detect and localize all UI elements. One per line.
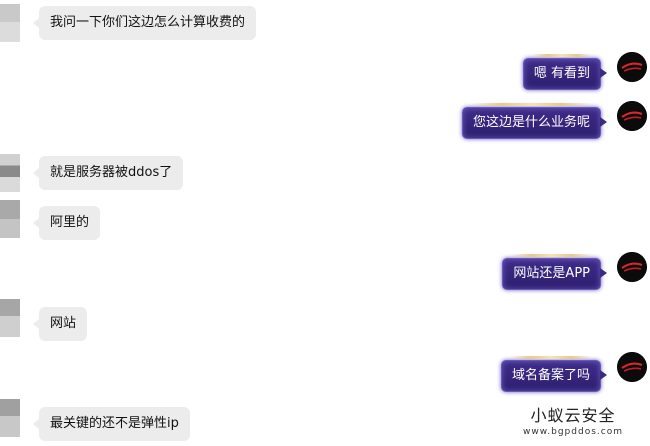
avatar[interactable] bbox=[617, 252, 647, 282]
watermark: 小蚁云安全 www.bgpddos.com bbox=[518, 406, 628, 438]
chat-message-left: 网站 bbox=[0, 299, 650, 343]
avatar[interactable] bbox=[0, 399, 20, 437]
avatar-logo-icon bbox=[617, 101, 647, 131]
message-bubble[interactable]: 最关键的还不是弹性ip bbox=[33, 407, 190, 441]
message-bubble[interactable]: 网站 bbox=[32, 307, 88, 341]
chat-message-left: 我问一下你们这边怎么计算收费的 bbox=[0, 4, 650, 42]
avatar[interactable] bbox=[0, 4, 20, 42]
message-bubble[interactable]: 您这边是什么业务呢 bbox=[461, 103, 608, 139]
chat-message-right: 网站还是APP bbox=[0, 252, 650, 292]
chat-message-right: 嗯 有看到 bbox=[0, 52, 650, 92]
message-bubble[interactable]: 域名备案了吗 bbox=[500, 356, 608, 392]
avatar[interactable] bbox=[617, 352, 647, 382]
chat-message-left: 阿里的 bbox=[0, 200, 650, 242]
message-bubble[interactable]: 网站还是APP bbox=[502, 254, 607, 290]
avatar[interactable] bbox=[0, 154, 20, 192]
watermark-url: www.bgpddos.com bbox=[523, 427, 623, 437]
message-bubble[interactable]: 就是服务器被ddos了 bbox=[32, 156, 184, 190]
message-bubble[interactable]: 嗯 有看到 bbox=[522, 54, 608, 90]
message-bubble[interactable]: 我问一下你们这边怎么计算收费的 bbox=[32, 6, 257, 40]
avatar[interactable] bbox=[0, 200, 20, 238]
avatar-logo-icon bbox=[617, 352, 647, 382]
chat-message-left: 就是服务器被ddos了 bbox=[0, 154, 650, 192]
avatar[interactable] bbox=[617, 52, 647, 82]
avatar-logo-icon bbox=[617, 252, 647, 282]
avatar[interactable] bbox=[617, 101, 647, 131]
avatar[interactable] bbox=[0, 299, 20, 337]
chat-message-right: 您这边是什么业务呢 bbox=[0, 101, 650, 141]
message-bubble[interactable]: 阿里的 bbox=[32, 206, 101, 240]
avatar-logo-icon bbox=[617, 52, 647, 82]
chat-message-right: 域名备案了吗 bbox=[0, 352, 650, 394]
watermark-title: 小蚁云安全 bbox=[530, 406, 616, 425]
